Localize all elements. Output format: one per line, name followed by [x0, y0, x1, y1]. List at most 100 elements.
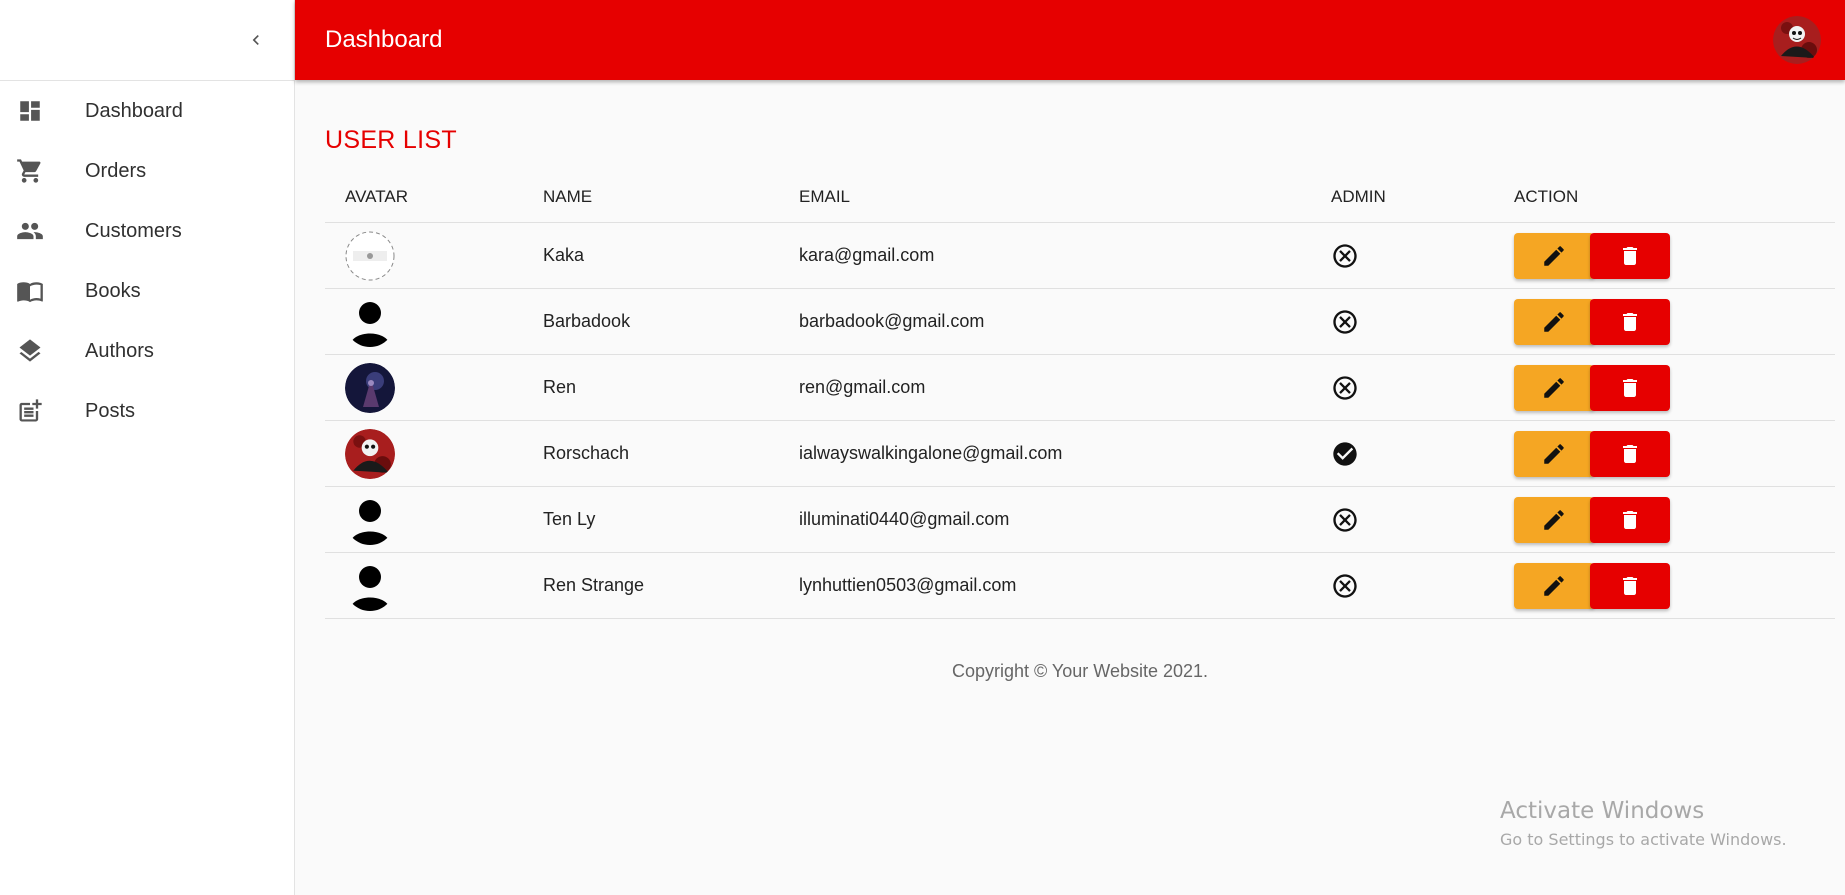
user-email: ialwayswalkingalone@gmail.com — [799, 420, 1331, 487]
sidebar-item-books[interactable]: Books — [0, 261, 294, 321]
book-icon — [16, 277, 44, 305]
skull-red-avatar-icon — [1773, 16, 1821, 64]
table-row: Kaka kara@gmail.com — [325, 222, 1835, 289]
trash-icon — [1623, 510, 1637, 529]
cancel-circle-icon — [1333, 507, 1357, 532]
page-title: Dashboard — [325, 26, 443, 53]
column-header-admin: ADMIN — [1331, 172, 1514, 223]
sidebar-item-authors[interactable]: Authors — [0, 321, 294, 381]
sidebar-nav: Dashboard Orders Customers Books Authors — [0, 81, 294, 441]
dark-artwork-avatar-icon — [345, 362, 395, 413]
sidebar-header — [0, 0, 294, 81]
column-header-name: NAME — [543, 172, 799, 223]
trash-icon — [1623, 312, 1637, 331]
watermark-subtitle: Go to Settings to activate Windows. — [1500, 830, 1787, 849]
user-email: kara@gmail.com — [799, 222, 1331, 289]
sidebar-item-label: Dashboard — [85, 99, 183, 122]
pencil-icon — [1544, 245, 1564, 266]
cancel-circle-icon — [1333, 243, 1357, 268]
column-header-action: ACTION — [1514, 172, 1835, 223]
delete-button[interactable] — [1590, 562, 1670, 609]
user-email: barbadook@gmail.com — [799, 288, 1331, 355]
trash-icon — [1623, 444, 1637, 463]
pencil-icon — [1544, 509, 1564, 530]
edit-button[interactable] — [1514, 496, 1594, 543]
table-row: Barbadook barbadook@gmail.com — [325, 288, 1835, 355]
top-app-bar: Dashboard — [295, 0, 1845, 80]
table-row: Ren Strange lynhuttien0503@gmail.com — [325, 552, 1835, 619]
cancel-circle-icon — [1333, 573, 1357, 598]
activate-windows-watermark: Activate Windows Go to Settings to activ… — [1500, 798, 1787, 849]
user-name: Barbadook — [543, 288, 799, 355]
watermark-title: Activate Windows — [1500, 798, 1705, 824]
user-name: Ren — [543, 354, 799, 421]
delete-button[interactable] — [1590, 298, 1670, 345]
footer-copyright: Copyright © Your Website 2021. — [951, 661, 1209, 681]
user-avatar[interactable] — [1773, 16, 1821, 64]
avatar — [345, 495, 395, 545]
sidebar-item-label: Posts — [85, 399, 136, 422]
user-name: Kaka — [543, 222, 799, 289]
cancel-circle-icon — [1333, 375, 1357, 400]
user-email: ren@gmail.com — [799, 354, 1331, 421]
delete-button[interactable] — [1590, 496, 1670, 543]
cart-icon — [16, 157, 44, 185]
trash-icon — [1623, 378, 1637, 397]
default-person-avatar-icon — [350, 499, 390, 545]
user-email: lynhuttien0503@gmail.com — [799, 552, 1331, 619]
trash-icon — [1623, 246, 1637, 265]
avatar — [345, 297, 395, 347]
chevron-left-icon — [252, 35, 259, 45]
user-name: Ten Ly — [543, 486, 799, 553]
post-add-icon — [16, 397, 44, 425]
table-header-row: AVATAR NAME EMAIL ADMIN ACTION — [325, 172, 1835, 223]
user-table: AVATAR NAME EMAIL ADMIN ACTION Kaka kara… — [325, 172, 1835, 619]
avatar — [345, 231, 395, 281]
check-circle-icon — [1333, 441, 1357, 466]
section-title: USER LIST — [325, 126, 457, 154]
pencil-icon — [1544, 575, 1564, 596]
edit-button[interactable] — [1514, 430, 1594, 477]
table-row: Rorschach ialwayswalkingalone@gmail.com — [325, 420, 1835, 487]
sidebar-item-dashboard[interactable]: Dashboard — [0, 81, 294, 141]
delete-button[interactable] — [1590, 364, 1670, 411]
table-row: Ren ren@gmail.com — [325, 354, 1835, 421]
skull-red-avatar-icon — [345, 428, 395, 479]
delete-button[interactable] — [1590, 232, 1670, 279]
edit-button[interactable] — [1514, 364, 1594, 411]
edit-button[interactable] — [1514, 232, 1594, 279]
sidebar-item-posts[interactable]: Posts — [0, 381, 294, 441]
default-person-avatar-icon — [350, 301, 390, 347]
sidebar-item-label: Authors — [85, 339, 154, 362]
edit-button[interactable] — [1514, 562, 1594, 609]
user-name: Ren Strange — [543, 552, 799, 619]
logo-avatar-icon — [345, 231, 395, 280]
sidebar-item-label: Orders — [85, 159, 147, 182]
sidebar-item-orders[interactable]: Orders — [0, 141, 294, 201]
pencil-icon — [1544, 377, 1564, 398]
main-content: USER LIST AVATAR NAME EMAIL ADMIN ACTION — [325, 80, 1835, 682]
collapse-sidebar-button[interactable] — [236, 20, 276, 60]
column-header-email: EMAIL — [799, 172, 1331, 223]
pencil-icon — [1544, 443, 1564, 464]
avatar — [345, 561, 395, 611]
delete-button[interactable] — [1590, 430, 1670, 477]
column-header-avatar: AVATAR — [325, 172, 543, 223]
default-person-avatar-icon — [350, 565, 390, 611]
table-row: Ten Ly illuminati0440@gmail.com — [325, 486, 1835, 553]
avatar — [345, 428, 395, 479]
cancel-circle-icon — [1333, 309, 1357, 334]
edit-button[interactable] — [1514, 298, 1594, 345]
sidebar-item-customers[interactable]: Customers — [0, 201, 294, 261]
avatar — [345, 362, 395, 413]
sidebar-item-label: Books — [85, 279, 141, 302]
trash-icon — [1623, 576, 1637, 595]
sidebar: Dashboard Orders Customers Books Authors — [0, 0, 295, 895]
people-icon — [16, 217, 44, 245]
dashboard-icon — [16, 97, 44, 125]
layers-icon — [16, 337, 44, 365]
user-email: illuminati0440@gmail.com — [799, 486, 1331, 553]
pencil-icon — [1544, 311, 1564, 332]
user-name: Rorschach — [543, 420, 799, 487]
sidebar-item-label: Customers — [85, 219, 182, 242]
